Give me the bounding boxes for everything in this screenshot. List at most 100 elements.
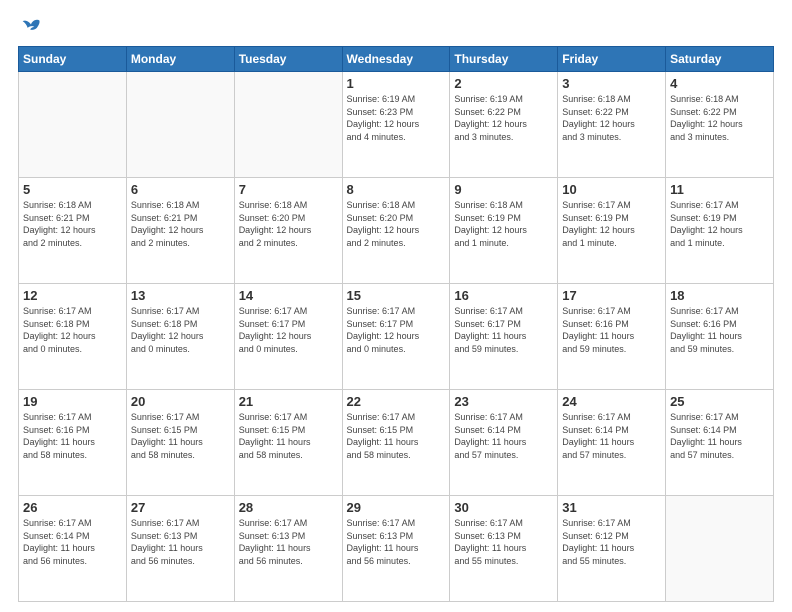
- weekday-sunday: Sunday: [19, 47, 127, 72]
- calendar-cell: 8 Sunrise: 6:18 AM Sunset: 6:20 PM Daylig…: [342, 178, 450, 284]
- day-info: Sunrise: 6:19 AM Sunset: 6:22 PM Dayligh…: [454, 93, 553, 143]
- calendar-cell: 25 Sunrise: 6:17 AM Sunset: 6:14 PM Dayli…: [666, 390, 774, 496]
- day-number: 24: [562, 394, 661, 409]
- day-info: Sunrise: 6:17 AM Sunset: 6:13 PM Dayligh…: [454, 517, 553, 567]
- day-number: 21: [239, 394, 338, 409]
- day-info: Sunrise: 6:17 AM Sunset: 6:13 PM Dayligh…: [347, 517, 446, 567]
- day-number: 23: [454, 394, 553, 409]
- day-number: 3: [562, 76, 661, 91]
- calendar-week-1: 1 Sunrise: 6:19 AM Sunset: 6:23 PM Daylig…: [19, 72, 774, 178]
- calendar-cell: [126, 72, 234, 178]
- calendar-cell: 29 Sunrise: 6:17 AM Sunset: 6:13 PM Dayli…: [342, 496, 450, 602]
- header: [18, 18, 774, 36]
- day-info: Sunrise: 6:17 AM Sunset: 6:17 PM Dayligh…: [454, 305, 553, 355]
- day-info: Sunrise: 6:18 AM Sunset: 6:21 PM Dayligh…: [131, 199, 230, 249]
- day-number: 1: [347, 76, 446, 91]
- day-info: Sunrise: 6:17 AM Sunset: 6:16 PM Dayligh…: [670, 305, 769, 355]
- day-info: Sunrise: 6:18 AM Sunset: 6:20 PM Dayligh…: [347, 199, 446, 249]
- calendar-cell: 3 Sunrise: 6:18 AM Sunset: 6:22 PM Daylig…: [558, 72, 666, 178]
- calendar-cell: 23 Sunrise: 6:17 AM Sunset: 6:14 PM Dayli…: [450, 390, 558, 496]
- calendar-cell: 12 Sunrise: 6:17 AM Sunset: 6:18 PM Dayli…: [19, 284, 127, 390]
- day-number: 12: [23, 288, 122, 303]
- calendar-cell: 10 Sunrise: 6:17 AM Sunset: 6:19 PM Dayli…: [558, 178, 666, 284]
- day-info: Sunrise: 6:17 AM Sunset: 6:14 PM Dayligh…: [670, 411, 769, 461]
- day-number: 29: [347, 500, 446, 515]
- calendar-cell: 28 Sunrise: 6:17 AM Sunset: 6:13 PM Dayli…: [234, 496, 342, 602]
- calendar-cell: 15Sunrise: 6:17 AM Sunset: 6:17 PM Dayli…: [342, 284, 450, 390]
- calendar-cell: 27Sunrise: 6:17 AM Sunset: 6:13 PM Dayli…: [126, 496, 234, 602]
- day-info: Sunrise: 6:17 AM Sunset: 6:15 PM Dayligh…: [131, 411, 230, 461]
- calendar-cell: 26 Sunrise: 6:17 AM Sunset: 6:14 PM Dayli…: [19, 496, 127, 602]
- day-info: Sunrise: 6:17 AM Sunset: 6:18 PM Dayligh…: [23, 305, 122, 355]
- calendar-cell: 2 Sunrise: 6:19 AM Sunset: 6:22 PM Daylig…: [450, 72, 558, 178]
- day-info: Sunrise: 6:17 AM Sunset: 6:14 PM Dayligh…: [454, 411, 553, 461]
- weekday-header-row: SundayMondayTuesdayWednesdayThursdayFrid…: [19, 47, 774, 72]
- weekday-thursday: Thursday: [450, 47, 558, 72]
- weekday-tuesday: Tuesday: [234, 47, 342, 72]
- day-info: Sunrise: 6:17 AM Sunset: 6:16 PM Dayligh…: [562, 305, 661, 355]
- calendar-cell: 30 Sunrise: 6:17 AM Sunset: 6:13 PM Dayli…: [450, 496, 558, 602]
- day-number: 25: [670, 394, 769, 409]
- logo-text: [18, 18, 41, 36]
- day-number: 19: [23, 394, 122, 409]
- day-number: 30: [454, 500, 553, 515]
- day-number: 6: [131, 182, 230, 197]
- day-info: Sunrise: 6:18 AM Sunset: 6:19 PM Dayligh…: [454, 199, 553, 249]
- day-info: Sunrise: 6:18 AM Sunset: 6:20 PM Dayligh…: [239, 199, 338, 249]
- calendar-cell: [19, 72, 127, 178]
- calendar-cell: 31Sunrise: 6:17 AM Sunset: 6:12 PM Dayli…: [558, 496, 666, 602]
- day-number: 9: [454, 182, 553, 197]
- day-number: 2: [454, 76, 553, 91]
- day-info: Sunrise: 6:18 AM Sunset: 6:21 PM Dayligh…: [23, 199, 122, 249]
- day-number: 7: [239, 182, 338, 197]
- day-number: 8: [347, 182, 446, 197]
- calendar-cell: 6 Sunrise: 6:18 AM Sunset: 6:21 PM Daylig…: [126, 178, 234, 284]
- calendar-week-3: 12 Sunrise: 6:17 AM Sunset: 6:18 PM Dayli…: [19, 284, 774, 390]
- day-number: 10: [562, 182, 661, 197]
- weekday-saturday: Saturday: [666, 47, 774, 72]
- calendar-cell: 7 Sunrise: 6:18 AM Sunset: 6:20 PM Daylig…: [234, 178, 342, 284]
- day-info: Sunrise: 6:17 AM Sunset: 6:16 PM Dayligh…: [23, 411, 122, 461]
- day-number: 11: [670, 182, 769, 197]
- page: SundayMondayTuesdayWednesdayThursdayFrid…: [0, 0, 792, 612]
- day-info: Sunrise: 6:18 AM Sunset: 6:22 PM Dayligh…: [562, 93, 661, 143]
- day-number: 20: [131, 394, 230, 409]
- calendar-cell: 4Sunrise: 6:18 AM Sunset: 6:22 PM Daylig…: [666, 72, 774, 178]
- calendar-cell: 17Sunrise: 6:17 AM Sunset: 6:16 PM Dayli…: [558, 284, 666, 390]
- calendar-cell: 20 Sunrise: 6:17 AM Sunset: 6:15 PM Dayli…: [126, 390, 234, 496]
- logo: [18, 18, 41, 36]
- day-info: Sunrise: 6:17 AM Sunset: 6:19 PM Dayligh…: [562, 199, 661, 249]
- calendar-cell: [234, 72, 342, 178]
- day-info: Sunrise: 6:17 AM Sunset: 6:13 PM Dayligh…: [131, 517, 230, 567]
- logo-bird-icon: [21, 18, 41, 36]
- day-number: 26: [23, 500, 122, 515]
- day-info: Sunrise: 6:17 AM Sunset: 6:14 PM Dayligh…: [23, 517, 122, 567]
- day-info: Sunrise: 6:17 AM Sunset: 6:12 PM Dayligh…: [562, 517, 661, 567]
- day-number: 28: [239, 500, 338, 515]
- day-info: Sunrise: 6:19 AM Sunset: 6:23 PM Dayligh…: [347, 93, 446, 143]
- day-info: Sunrise: 6:17 AM Sunset: 6:17 PM Dayligh…: [347, 305, 446, 355]
- weekday-monday: Monday: [126, 47, 234, 72]
- calendar-cell: 5 Sunrise: 6:18 AM Sunset: 6:21 PM Daylig…: [19, 178, 127, 284]
- calendar-cell: [666, 496, 774, 602]
- day-info: Sunrise: 6:18 AM Sunset: 6:22 PM Dayligh…: [670, 93, 769, 143]
- day-number: 22: [347, 394, 446, 409]
- calendar-week-4: 19 Sunrise: 6:17 AM Sunset: 6:16 PM Dayli…: [19, 390, 774, 496]
- weekday-friday: Friday: [558, 47, 666, 72]
- day-number: 5: [23, 182, 122, 197]
- day-info: Sunrise: 6:17 AM Sunset: 6:18 PM Dayligh…: [131, 305, 230, 355]
- weekday-wednesday: Wednesday: [342, 47, 450, 72]
- calendar-cell: 13Sunrise: 6:17 AM Sunset: 6:18 PM Dayli…: [126, 284, 234, 390]
- calendar-cell: 18 Sunrise: 6:17 AM Sunset: 6:16 PM Dayli…: [666, 284, 774, 390]
- day-info: Sunrise: 6:17 AM Sunset: 6:15 PM Dayligh…: [347, 411, 446, 461]
- calendar-cell: 21Sunrise: 6:17 AM Sunset: 6:15 PM Dayli…: [234, 390, 342, 496]
- calendar-table: SundayMondayTuesdayWednesdayThursdayFrid…: [18, 46, 774, 602]
- day-info: Sunrise: 6:17 AM Sunset: 6:13 PM Dayligh…: [239, 517, 338, 567]
- calendar-cell: 16Sunrise: 6:17 AM Sunset: 6:17 PM Dayli…: [450, 284, 558, 390]
- calendar-cell: 14Sunrise: 6:17 AM Sunset: 6:17 PM Dayli…: [234, 284, 342, 390]
- calendar-week-2: 5 Sunrise: 6:18 AM Sunset: 6:21 PM Daylig…: [19, 178, 774, 284]
- calendar-week-5: 26 Sunrise: 6:17 AM Sunset: 6:14 PM Dayli…: [19, 496, 774, 602]
- calendar-cell: 22 Sunrise: 6:17 AM Sunset: 6:15 PM Dayli…: [342, 390, 450, 496]
- day-number: 14: [239, 288, 338, 303]
- day-number: 18: [670, 288, 769, 303]
